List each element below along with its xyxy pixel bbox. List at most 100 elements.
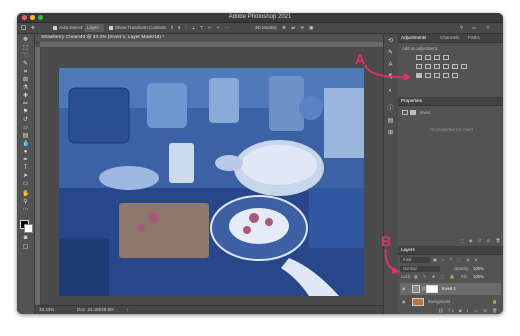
artboard-tool-icon[interactable]: ⬚ <box>22 45 29 51</box>
transform-controls-checkbox[interactable] <box>109 26 113 30</box>
quick-select-tool-icon[interactable]: ✎ <box>22 61 29 67</box>
eraser-tool-icon[interactable]: ▱ <box>22 125 29 131</box>
status-bar: 33.33% Doc: 24.1M/48.5M › <box>35 305 383 314</box>
status-arrow-icon[interactable]: › <box>127 306 129 314</box>
canvas-area[interactable] <box>41 48 383 305</box>
layer-name[interactable]: Background <box>428 299 450 304</box>
title-bar: Adobe Photoshop 2021 <box>17 13 503 23</box>
hand-tool-icon[interactable]: ✋ <box>22 191 29 197</box>
opacity-label: Opacity: <box>454 266 470 271</box>
quick-mask-icon[interactable]: ◙ <box>22 235 29 241</box>
layer-filter-icons[interactable]: ▣ ◐ T ⬚ ◈ ● <box>433 257 479 262</box>
background-thumbnail <box>412 298 424 306</box>
color-lookup-icon[interactable] <box>461 64 467 69</box>
layer-mask-thumbnail[interactable] <box>426 285 438 293</box>
tab-paths[interactable]: Paths <box>468 35 480 41</box>
add-adjustment-label: Add an adjustment <box>402 46 437 51</box>
photo-artwork <box>59 68 364 296</box>
path-select-tool-icon[interactable]: ➤ <box>22 173 29 179</box>
history-panel-icon[interactable]: ⟲ <box>387 38 394 44</box>
eye-icon[interactable]: ◉ <box>402 299 406 304</box>
eyedropper-tool-icon[interactable]: ⚗ <box>22 85 29 91</box>
annotation-arrow-b <box>384 248 400 274</box>
document-size: Doc: 24.1M/48.5M <box>77 307 114 312</box>
lock-buttons[interactable]: ▦ ✎ ✥ ⬚ 🔒 <box>414 274 457 279</box>
adjustment-layer-icon <box>402 110 408 115</box>
history-brush-tool-icon[interactable]: ↺ <box>22 117 29 123</box>
align-buttons[interactable]: ⫴ ⫵ ⫶ ⊥ ⊤ ⊢ ⊣ ⋯ <box>171 24 231 32</box>
layer-row-invert[interactable]: ◉ ⛓ Invert 1 <box>400 283 501 295</box>
options-bar: ✥ Auto-Select: Layer Show Transform Cont… <box>17 23 503 34</box>
eye-icon[interactable]: ◉ <box>402 286 406 291</box>
color-balance-icon[interactable] <box>425 64 431 69</box>
auto-select-label: Auto-Select: <box>59 25 84 30</box>
move-tool-icon[interactable]: ✥ <box>22 37 29 43</box>
properties-header: Properties <box>398 97 503 106</box>
channel-mixer-icon[interactable] <box>452 64 458 69</box>
pen-tool-icon[interactable]: ✒ <box>22 157 29 163</box>
swatches-panel-icon[interactable]: ⊞ <box>387 130 394 136</box>
opacity-value[interactable]: 100% <box>473 266 484 271</box>
tools-panel: ✥ ⬚ ➰ ✎ ⌗ ⊠ ⚗ ✚ ✏ ⚑ ↺ ▱ ▤ 💧 ● ✒ T ➤ ▭ ✋ … <box>17 34 35 314</box>
properties-selected-name: Invert <box>420 110 431 115</box>
posterize-icon[interactable] <box>425 73 431 78</box>
mask-icon[interactable] <box>410 110 416 115</box>
search-icon[interactable]: ⚲ <box>460 24 463 32</box>
selective-color-icon[interactable] <box>452 73 458 78</box>
threshold-icon[interactable] <box>434 73 440 78</box>
workspace-icon[interactable]: ▭ <box>472 24 476 32</box>
fill-label: Fill: <box>461 274 468 279</box>
transform-controls-label: Show Transform Controls <box>115 25 166 30</box>
share-icon[interactable]: ⇪ <box>486 24 490 32</box>
blend-mode-dropdown[interactable]: Normal <box>400 266 440 272</box>
healing-brush-tool-icon[interactable]: ✚ <box>22 93 29 99</box>
color-panel-icon[interactable]: ◐ <box>387 88 394 94</box>
type-tool-icon[interactable]: T <box>22 165 29 171</box>
annotation-arrow-a <box>364 64 411 81</box>
black-white-icon[interactable] <box>434 64 440 69</box>
screen-mode-icon[interactable]: ▢ <box>22 244 29 250</box>
clone-stamp-tool-icon[interactable]: ⚑ <box>22 109 29 115</box>
curves-icon[interactable] <box>434 55 440 60</box>
info-panel-icon[interactable]: ⓘ <box>387 106 394 112</box>
blur-tool-icon[interactable]: 💧 <box>22 141 29 147</box>
brush-panel-icon[interactable]: ✎ <box>387 50 394 56</box>
brush-tool-icon[interactable]: ✏ <box>22 101 29 107</box>
layer-name[interactable]: Invert 1 <box>442 286 456 291</box>
move-tool-icon[interactable]: ✥ <box>31 24 35 32</box>
tab-properties[interactable]: Properties <box>401 98 422 104</box>
zoom-tool-icon[interactable]: ⚲ <box>22 199 29 205</box>
blend-mode-label: Normal <box>403 266 417 271</box>
auto-select-dropdown[interactable]: Layer <box>85 24 105 32</box>
layer-row-background[interactable]: ◉ Background 🔒 <box>400 296 501 308</box>
vibrance-icon[interactable]: ▽ <box>452 55 458 70</box>
fill-value[interactable]: 100% <box>473 274 484 279</box>
gradient-map-icon[interactable] <box>443 73 449 78</box>
properties-footer-buttons[interactable]: ⬚ ◉ ↺ ◎ 🗑 <box>460 238 503 243</box>
zoom-readout[interactable]: 33.33% <box>39 306 54 314</box>
libraries-panel-icon[interactable]: ▤ <box>387 118 394 124</box>
more-tools-icon[interactable]: ⋯ <box>22 207 29 213</box>
exposure-icon[interactable] <box>443 55 449 60</box>
rectangle-tool-icon[interactable]: ▭ <box>22 181 29 187</box>
document-image[interactable] <box>59 68 364 296</box>
photo-filter-icon[interactable] <box>443 64 449 69</box>
gradient-tool-icon[interactable]: ▤ <box>22 133 29 139</box>
frame-tool-icon[interactable]: ⊠ <box>22 77 29 83</box>
tab-adjustments[interactable]: Adjustments <box>401 35 426 41</box>
home-icon[interactable] <box>21 25 26 30</box>
levels-icon[interactable] <box>425 55 431 60</box>
auto-select-checkbox[interactable] <box>53 26 57 30</box>
dodge-tool-icon[interactable]: ● <box>22 149 29 155</box>
background-color-swatch[interactable] <box>24 224 33 233</box>
no-properties-message: No properties for Invert <box>430 127 473 132</box>
lasso-tool-icon[interactable]: ➰ <box>22 53 29 59</box>
3d-mode-buttons[interactable]: ◎ ✥ ⇄ ✣ ▣ <box>273 24 316 32</box>
3d-mode-label: 3D Mode: <box>255 25 275 30</box>
document-tab-title: Strawberry Cream40 @ 33.3% (Invert 1, La… <box>41 35 165 40</box>
tab-channels[interactable]: Channels <box>440 35 459 41</box>
layers-header: Layers <box>398 246 503 255</box>
layers-footer-buttons[interactable]: ⛓ fx ◙ ◐ ▭ ⊞ 🗑 <box>438 308 499 313</box>
lock-icon: 🔒 <box>492 299 498 304</box>
crop-tool-icon[interactable]: ⌗ <box>22 69 29 75</box>
